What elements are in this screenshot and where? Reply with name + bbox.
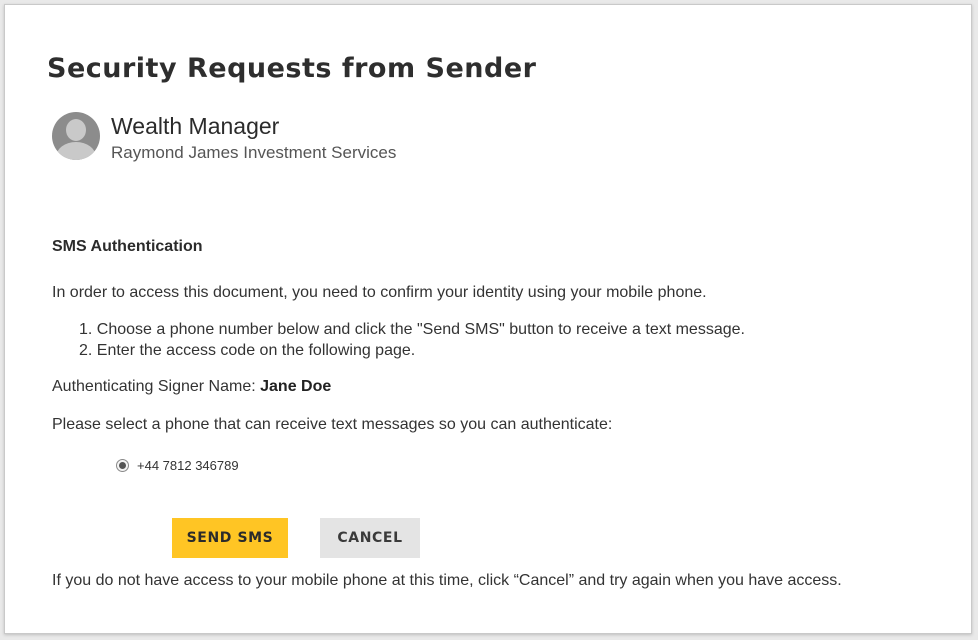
sender-name: Wealth Manager xyxy=(111,113,280,139)
cancel-button[interactable]: CANCEL xyxy=(320,518,420,558)
instruction-step: 2. Enter the access code on the followin… xyxy=(79,342,416,359)
security-requests-dialog: Security Requests from Sender Wealth Man… xyxy=(4,4,972,634)
signer-label: Authenticating Signer Name: xyxy=(52,378,261,395)
instruction-steps: 1. Choose a phone number below and click… xyxy=(79,319,745,361)
instruction-step: 1. Choose a phone number below and click… xyxy=(79,321,745,338)
signer-line: Authenticating Signer Name: Jane Doe xyxy=(52,378,331,396)
footer-note: If you do not have access to your mobile… xyxy=(52,572,842,589)
sms-authentication-heading: SMS Authentication xyxy=(52,238,203,255)
dialog-title: Security Requests from Sender xyxy=(47,53,537,84)
phone-number: +44 7812 346789 xyxy=(137,458,239,473)
sender-company: Raymond James Investment Services xyxy=(111,143,397,162)
user-avatar-icon xyxy=(52,112,100,160)
send-sms-button[interactable]: SEND SMS xyxy=(172,518,288,558)
phone-radio-button[interactable] xyxy=(116,459,129,472)
signer-name: Jane Doe xyxy=(260,378,332,395)
radio-selected-dot xyxy=(119,462,126,469)
phone-option[interactable]: +44 7812 346789 xyxy=(116,458,239,473)
phone-select-prompt: Please select a phone that can receive t… xyxy=(52,416,613,433)
intro-text: In order to access this document, you ne… xyxy=(52,284,707,301)
